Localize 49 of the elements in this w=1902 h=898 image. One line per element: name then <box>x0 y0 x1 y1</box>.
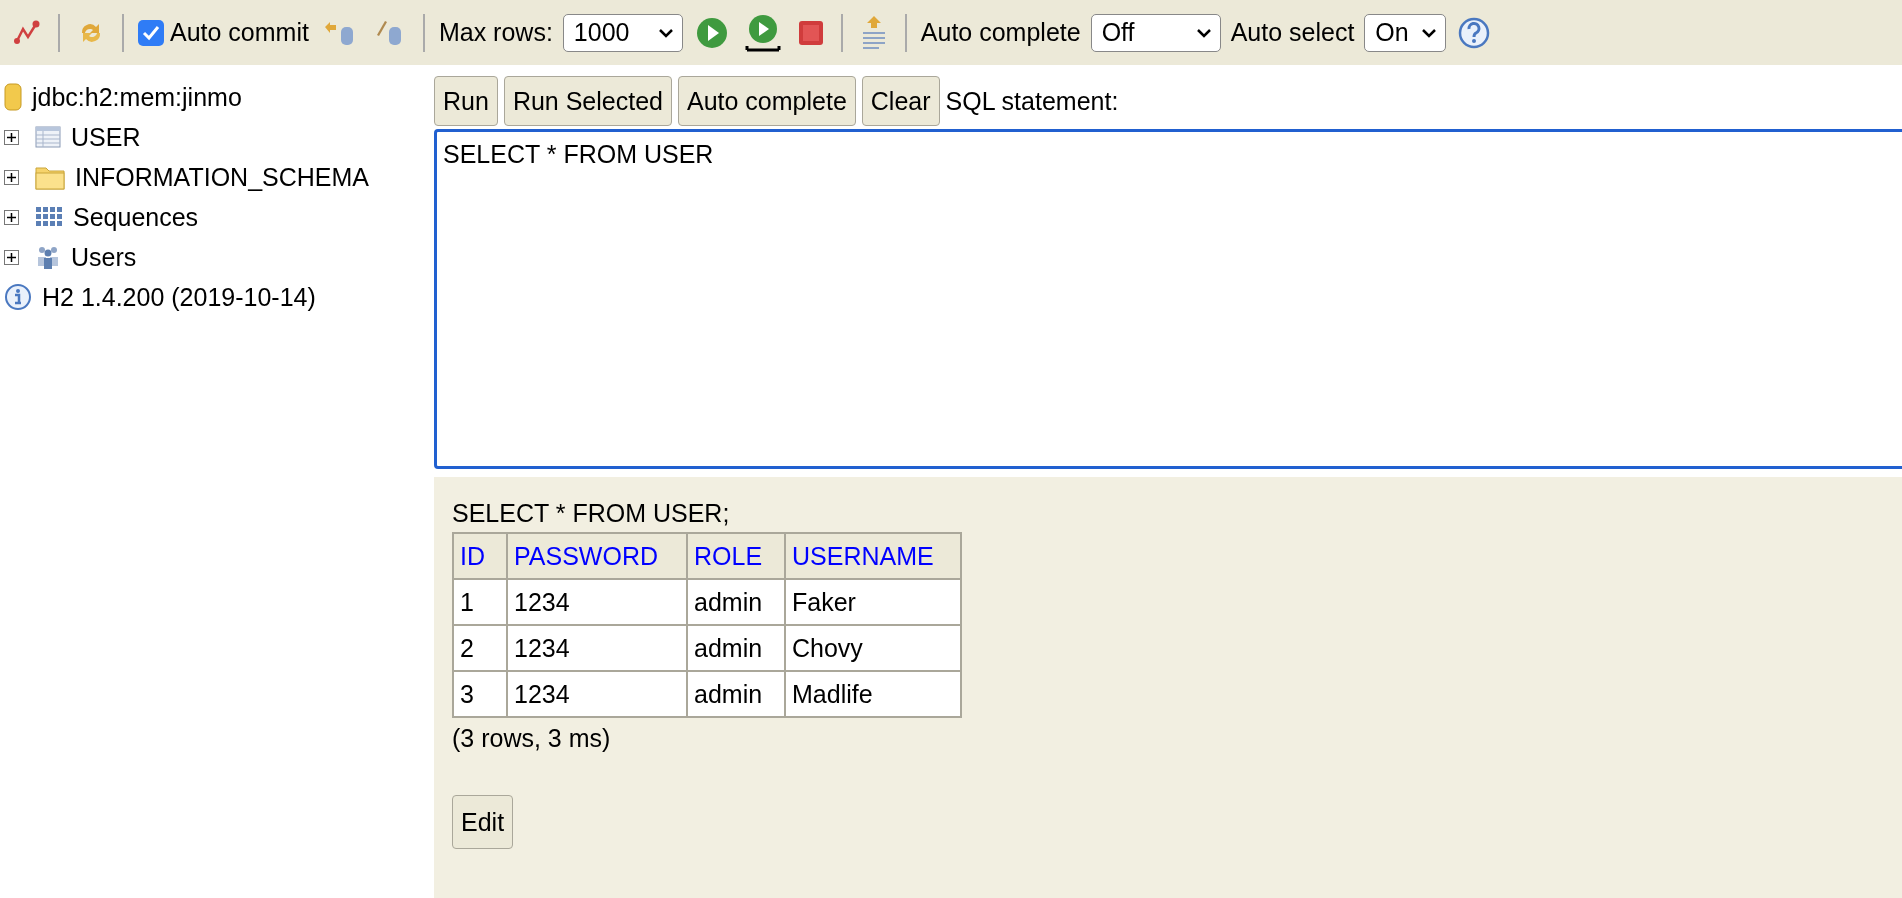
tree-item[interactable]: Sequences <box>73 202 199 232</box>
result-summary: (3 rows, 3 ms) <box>452 724 611 753</box>
max-rows-select[interactable]: 1000 <box>562 13 683 52</box>
edit-button[interactable]: Edit <box>452 795 514 849</box>
auto-select-label: Auto select <box>1230 18 1355 47</box>
expand-toggle[interactable] <box>4 169 19 185</box>
toolbar-button[interactable]: Clear <box>861 76 940 126</box>
table-cell: admin <box>687 579 785 625</box>
auto-complete-label: Auto complete <box>920 18 1081 47</box>
users-icon <box>35 244 61 270</box>
table-cell: Chovy <box>785 625 961 671</box>
max-rows-label: Max rows: <box>438 18 553 47</box>
table-cell: 3 <box>453 671 507 717</box>
expand-toggle[interactable] <box>4 209 19 225</box>
table-icon <box>35 126 61 148</box>
checkmark-icon <box>142 24 160 41</box>
table-cell: Madlife <box>785 671 961 717</box>
expand-toggle[interactable] <box>4 249 19 265</box>
table-cell: 1234 <box>507 625 687 671</box>
version-label: H2 1.4.200 (2019-10-14) <box>42 282 316 312</box>
toolbar-button[interactable]: Auto complete <box>678 76 856 126</box>
caret-icon <box>657 27 674 38</box>
table-cell: Faker <box>785 579 961 625</box>
sql-editor[interactable]: SELECT * FROM USER <box>434 129 1902 469</box>
grid-icon <box>35 206 63 228</box>
table-cell: 1 <box>453 579 507 625</box>
caret-icon <box>1195 27 1212 38</box>
auto-select-select[interactable]: On <box>1364 13 1447 52</box>
expand-toggle[interactable] <box>4 129 19 145</box>
auto-complete-select[interactable]: Off <box>1090 13 1221 52</box>
tree-item[interactable]: Users <box>71 242 137 272</box>
table-cell: admin <box>687 625 785 671</box>
tree-item[interactable]: INFORMATION_SCHEMA <box>75 162 369 192</box>
tree-item[interactable]: USER <box>71 122 141 152</box>
info-icon <box>4 283 32 311</box>
toolbar-button[interactable]: Run <box>434 76 498 126</box>
caret-icon <box>1421 27 1438 38</box>
toolbar-button[interactable]: Run Selected <box>503 76 672 126</box>
auto-commit-label[interactable]: Auto commit <box>170 18 309 47</box>
table-cell: admin <box>687 671 785 717</box>
table-cell: 2 <box>453 625 507 671</box>
sql-statement-label: SQL statement: <box>945 86 1119 116</box>
folder-icon <box>35 164 65 190</box>
table-cell: 1234 <box>507 671 687 717</box>
result-statement: SELECT * FROM USER; <box>452 499 730 528</box>
database-icon <box>4 83 22 111</box>
auto-commit-checkbox[interactable] <box>138 19 164 46</box>
connection-label[interactable]: jdbc:h2:mem:jinmo <box>32 82 242 112</box>
table-cell: 1234 <box>507 579 687 625</box>
